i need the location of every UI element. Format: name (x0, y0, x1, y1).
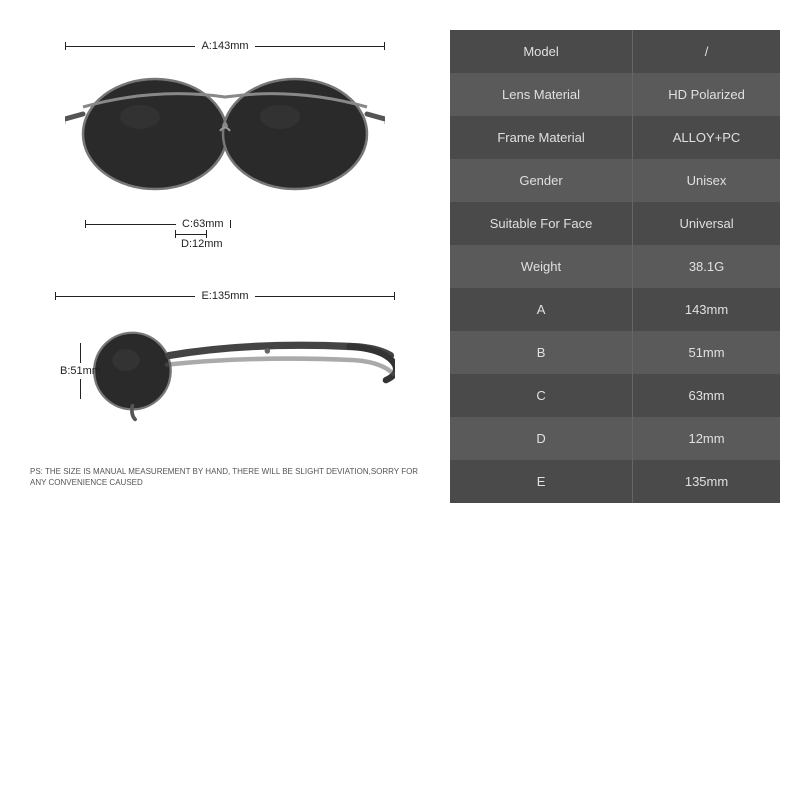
spec-label: Model (450, 30, 633, 73)
e-horiz-left (56, 296, 195, 297)
spec-value: Unisex (633, 159, 780, 202)
table-row: E135mm (450, 460, 780, 503)
spec-label: Suitable For Face (450, 202, 633, 245)
spec-value: 51mm (633, 331, 780, 374)
e-label: E:135mm (195, 290, 254, 302)
table-row: C63mm (450, 374, 780, 417)
main-container: A:143mm (0, 0, 800, 812)
e-tick-right (394, 292, 395, 300)
horiz-line-left (66, 46, 195, 47)
a-label: A:143mm (195, 40, 254, 52)
spec-label: Frame Material (450, 116, 633, 159)
spec-label: E (450, 460, 633, 503)
spec-value: 143mm (633, 288, 780, 331)
table-row: Suitable For FaceUniversal (450, 202, 780, 245)
spec-value: 12mm (633, 417, 780, 460)
spec-value: ALLOY+PC (633, 116, 780, 159)
horiz-line-right (255, 46, 384, 47)
spec-label: B (450, 331, 633, 374)
c-label: C:63mm (176, 218, 230, 230)
tick-right (384, 42, 385, 50)
table-row: D12mm (450, 417, 780, 460)
spec-label: Weight (450, 245, 633, 288)
table-row: Frame MaterialALLOY+PC (450, 116, 780, 159)
table-row: Lens MaterialHD Polarized (450, 73, 780, 116)
top-glasses-section: A:143mm (20, 40, 430, 250)
spec-label: Gender (450, 159, 633, 202)
spec-value: 135mm (633, 460, 780, 503)
b-label-area: B:51mm (60, 306, 101, 436)
glasses-side-view: B:51mm (55, 306, 395, 436)
spec-label: Lens Material (450, 73, 633, 116)
d-label: D:12mm (181, 238, 223, 250)
b-label: B:51mm (60, 363, 101, 379)
spec-label: D (450, 417, 633, 460)
table-row: Model/ (450, 30, 780, 73)
spec-value: 63mm (633, 374, 780, 417)
table-row: GenderUnisex (450, 159, 780, 202)
spec-value: 38.1G (633, 245, 780, 288)
e-horiz-right (255, 296, 394, 297)
right-panel: Model/Lens MaterialHD PolarizedFrame Mat… (450, 30, 780, 782)
glasses-front-view (65, 56, 385, 216)
side-glasses-section: E:135mm B:51mm (20, 290, 430, 436)
specs-table: Model/Lens MaterialHD PolarizedFrame Mat… (450, 30, 780, 503)
spec-label: A (450, 288, 633, 331)
spec-value: / (633, 30, 780, 73)
a-dimension-row: A:143mm (65, 40, 385, 52)
table-row: B51mm (450, 331, 780, 374)
left-panel: A:143mm (20, 30, 430, 782)
note-text: PS: THE SIZE IS MANUAL MEASUREMENT BY HA… (20, 466, 430, 488)
spec-value: Universal (633, 202, 780, 245)
table-row: Weight38.1G (450, 245, 780, 288)
e-dimension-row: E:135mm (55, 290, 395, 302)
table-row: A143mm (450, 288, 780, 331)
spec-label: C (450, 374, 633, 417)
spec-value: HD Polarized (633, 73, 780, 116)
